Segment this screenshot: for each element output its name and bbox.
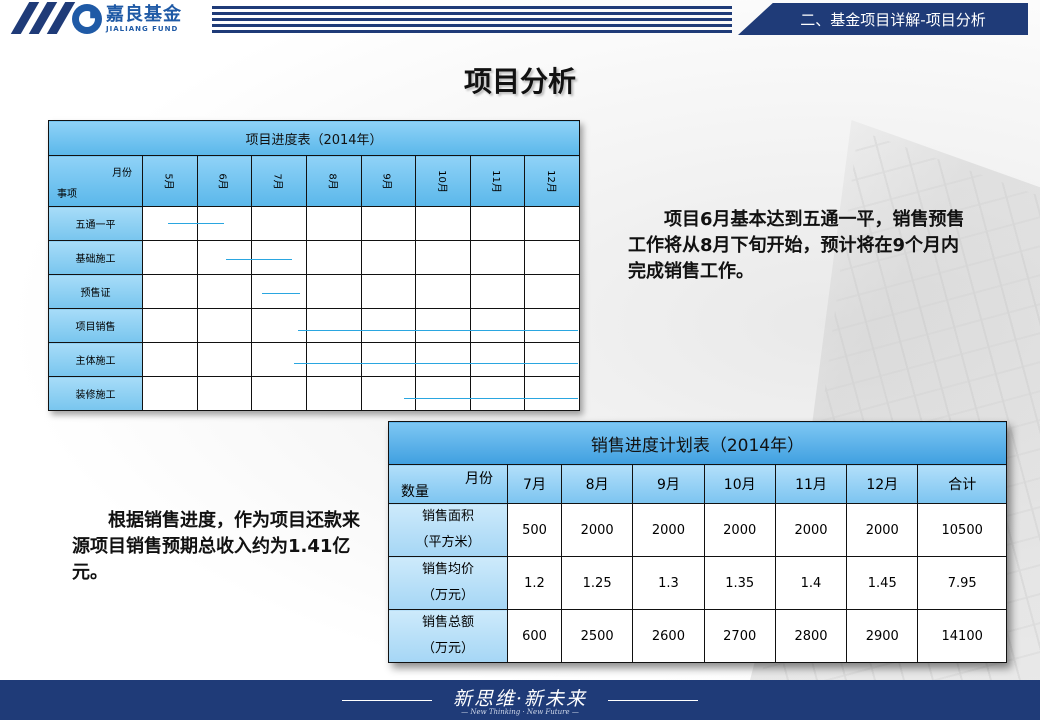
column-header: 11月 bbox=[774, 464, 848, 504]
month-header: 6月 bbox=[196, 155, 253, 207]
month-header: 7月 bbox=[251, 155, 307, 207]
table-cell: 1.3 bbox=[632, 556, 705, 610]
table-cell: 2700 bbox=[703, 609, 776, 663]
progress-table-caption: 项目进度表（2014年） bbox=[48, 120, 580, 156]
month-header: 9月 bbox=[360, 155, 417, 207]
corner-quantity-label: 数量 bbox=[401, 484, 429, 500]
column-header: 9月 bbox=[632, 464, 705, 504]
row-label: 销售均价 （万元） bbox=[388, 556, 508, 610]
table-row: 销售总额 （万元） 600 2500 2600 2700 2800 2900 14… bbox=[388, 609, 1007, 663]
task-label: 项目销售 bbox=[47, 308, 144, 343]
task-label: 五通一平 bbox=[47, 206, 144, 241]
footer-slogan: 新思维·新未来 bbox=[452, 688, 588, 710]
revenue-summary-text: 根据销售进度，作为项目还款来源项目销售预期总收入约为1.41亿元。 bbox=[72, 510, 360, 583]
header-slash-decoration bbox=[6, 2, 76, 34]
month-header: 11月 bbox=[469, 155, 526, 207]
month-header: 10月 bbox=[415, 155, 471, 207]
page-title: 项目分析 bbox=[463, 65, 576, 98]
month-header: 8月 bbox=[305, 155, 362, 207]
table-cell: 2500 bbox=[560, 609, 634, 663]
project-progress-table: 项目进度表（2014年） 月份 事项 5月 6月 7月 8月 9月 10月 11… bbox=[47, 120, 580, 411]
task-label: 主体施工 bbox=[47, 342, 144, 377]
table-cell: 1.25 bbox=[560, 556, 634, 610]
sales-table-caption: 销售进度计划表（2014年） bbox=[388, 421, 1007, 465]
column-header: 10月 bbox=[703, 464, 776, 504]
table-row: 五通一平 bbox=[47, 206, 580, 241]
table-cell: 1.35 bbox=[703, 556, 776, 610]
task-label: 预售证 bbox=[47, 274, 144, 309]
table-cell: 2900 bbox=[846, 609, 919, 663]
task-label: 基础施工 bbox=[47, 240, 144, 275]
table-cell: 1.2 bbox=[507, 556, 562, 610]
logo-name: 嘉良基金 bbox=[106, 3, 182, 25]
column-header: 合计 bbox=[917, 464, 1007, 504]
row-label: 销售面积 （平方米） bbox=[388, 503, 508, 557]
progress-table-corner: 月份 事项 bbox=[47, 155, 144, 207]
sales-plan-table: 销售进度计划表（2014年） 月份 数量 7月 8月 9月 10月 11月 12… bbox=[388, 421, 1007, 663]
footer-slogan-english: — New Thinking · New Future — bbox=[461, 708, 579, 716]
table-cell: 2800 bbox=[774, 609, 848, 663]
section-title: 二、基金项目详解-项目分析 bbox=[738, 3, 1028, 35]
table-row: 装修施工 bbox=[47, 376, 580, 411]
logo-english: JIALIANG FUND bbox=[106, 24, 179, 33]
table-row: 销售面积 （平方米） 500 2000 2000 2000 2000 2000 1… bbox=[388, 503, 1007, 557]
corner-month-label: 月份 bbox=[465, 471, 493, 487]
table-row: 基础施工 bbox=[47, 240, 580, 275]
table-cell: 2000 bbox=[703, 503, 776, 557]
logo-icon bbox=[72, 4, 102, 34]
table-cell: 2000 bbox=[560, 503, 634, 557]
corner-item-label: 事项 bbox=[57, 189, 77, 200]
table-row: 销售均价 （万元） 1.2 1.25 1.3 1.35 1.4 1.45 7.95 bbox=[388, 556, 1007, 610]
table-cell: 14100 bbox=[917, 609, 1007, 663]
table-cell: 2000 bbox=[632, 503, 705, 557]
column-header: 7月 bbox=[507, 464, 562, 504]
table-cell: 1.45 bbox=[846, 556, 919, 610]
task-label: 装修施工 bbox=[47, 376, 144, 411]
column-header: 8月 bbox=[560, 464, 634, 504]
sales-table-corner: 月份 数量 bbox=[388, 464, 508, 504]
row-label: 销售总额 （万元） bbox=[388, 609, 508, 663]
table-cell: 2600 bbox=[632, 609, 705, 663]
month-header: 5月 bbox=[142, 155, 198, 207]
table-cell: 10500 bbox=[917, 503, 1007, 557]
table-row: 主体施工 bbox=[47, 342, 580, 377]
progress-summary-text: 项目6月基本达到五通一平，销售预售工作将从8月下旬开始，预计将在9个月内完成销售… bbox=[628, 209, 965, 282]
table-cell: 500 bbox=[507, 503, 562, 557]
month-header: 12月 bbox=[524, 155, 580, 207]
corner-month-label: 月份 bbox=[112, 168, 133, 179]
table-cell: 600 bbox=[507, 609, 562, 663]
table-row: 项目销售 bbox=[47, 308, 580, 343]
table-cell: 1.4 bbox=[774, 556, 848, 610]
company-logo: 嘉良基金 JIALIANG FUND bbox=[72, 4, 182, 34]
table-cell: 2000 bbox=[774, 503, 848, 557]
table-cell: 7.95 bbox=[917, 556, 1007, 610]
table-cell: 2000 bbox=[846, 503, 919, 557]
table-row: 预售证 bbox=[47, 274, 580, 309]
column-header: 12月 bbox=[846, 464, 919, 504]
